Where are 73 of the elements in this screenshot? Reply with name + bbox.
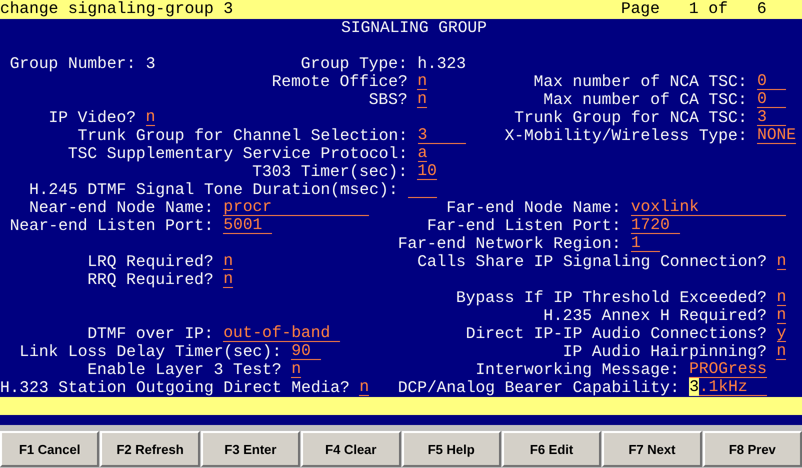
field-label: RRQ Required? bbox=[87, 271, 214, 289]
field-label: IP Audio Hairpinning? bbox=[562, 343, 767, 361]
input-field[interactable]: 3 bbox=[418, 127, 466, 144]
field-label: Far-end Network Region: bbox=[398, 235, 622, 253]
input-field[interactable]: n bbox=[359, 379, 370, 396]
input-field[interactable]: n bbox=[291, 361, 302, 378]
input-field[interactable]: 90 bbox=[291, 343, 321, 360]
field-label: DCP/Analog Bearer Capability: bbox=[398, 379, 680, 397]
input-field[interactable]: y bbox=[776, 325, 786, 342]
field-label: Near-end Listen Port: bbox=[10, 217, 214, 235]
field-label: Trunk Group for NCA TSC: bbox=[514, 109, 748, 127]
input-field[interactable]: 3 bbox=[757, 109, 786, 126]
input-field[interactable]: 5001 bbox=[223, 217, 272, 234]
field-label: Group Type: bbox=[300, 55, 408, 73]
input-field[interactable]: 1 bbox=[630, 235, 660, 252]
input-field[interactable]: procr bbox=[223, 199, 370, 216]
field-label: Far-end Listen Port: bbox=[426, 217, 622, 235]
input-field[interactable]: n bbox=[776, 253, 786, 270]
input-field[interactable]: n bbox=[223, 253, 234, 270]
field-label: DTMF over IP: bbox=[87, 325, 214, 343]
input-field[interactable]: n bbox=[776, 289, 786, 306]
input-field[interactable]: 0 bbox=[757, 73, 786, 90]
field-label: Trunk Group for Channel Selection: bbox=[78, 127, 408, 145]
field-label: Remote Office? bbox=[272, 73, 408, 91]
field-label: H.235 Annex H Required? bbox=[543, 307, 767, 325]
field-label: LRQ Required? bbox=[87, 253, 214, 271]
command-text: change signaling-group 3 bbox=[0, 0, 234, 19]
field-label: Direct IP-IP Audio Connections? bbox=[466, 325, 767, 343]
field-label: H.323 Station Outgoing Direct Media? bbox=[0, 379, 350, 397]
field-label: T303 Timer(sec): bbox=[252, 163, 408, 181]
field-value: 3 bbox=[146, 55, 156, 73]
field-label: Link Loss Delay Timer(sec): bbox=[19, 343, 282, 361]
input-field[interactable]: 10 bbox=[417, 163, 437, 180]
function-key[interactable]: F4 Clear bbox=[301, 431, 400, 467]
function-key[interactable]: F6 Edit bbox=[502, 431, 602, 467]
input-field[interactable]: n bbox=[776, 307, 786, 324]
field-label: IP Video? bbox=[48, 109, 136, 127]
field-label: Enable Layer 3 Test? bbox=[87, 361, 282, 379]
page-number: 1 of bbox=[688, 0, 728, 19]
function-key[interactable]: F8 Prev bbox=[702, 431, 802, 467]
function-key[interactable]: F3 Enter bbox=[200, 431, 300, 467]
field-label: Near-end Node Name: bbox=[29, 199, 214, 217]
input-field[interactable]: voxlink bbox=[630, 199, 786, 216]
page-total: 6 bbox=[756, 0, 767, 19]
function-key[interactable]: F5 Help bbox=[402, 431, 501, 467]
input-field[interactable]: n bbox=[776, 343, 786, 360]
function-key[interactable]: F7 Next bbox=[602, 431, 702, 467]
field-label: Max number of NCA TSC: bbox=[534, 73, 748, 91]
field-label: Max number of CA TSC: bbox=[543, 91, 748, 109]
field-label: Group Number: bbox=[10, 55, 136, 73]
field-label: Far-end Node Name: bbox=[446, 199, 622, 217]
input-field[interactable]: n bbox=[417, 91, 427, 108]
input-field[interactable]: n bbox=[417, 73, 428, 90]
field-value: h.323 bbox=[417, 55, 466, 73]
form-heading: SIGNALING GROUP bbox=[341, 19, 487, 37]
field-label: H.245 DTMF Signal Tone Duration(msec): bbox=[29, 181, 398, 199]
page-label: Page bbox=[621, 0, 660, 19]
input-field[interactable]: n bbox=[146, 109, 156, 126]
field-label: Bypass If IP Threshold Exceeded? bbox=[456, 289, 767, 307]
input-field[interactable]: out-of-band bbox=[223, 325, 340, 342]
field-label: TSC Supplementary Service Protocol: bbox=[68, 145, 408, 163]
field-label: X-Mobility/Wireless Type: bbox=[504, 127, 748, 145]
field-label: SBS? bbox=[368, 91, 408, 109]
input-field[interactable]: 1720 bbox=[630, 217, 680, 234]
input-field[interactable]: 3.1kHz bbox=[689, 379, 767, 396]
input-field[interactable]: a bbox=[418, 145, 428, 162]
input-field[interactable]: NONE bbox=[757, 127, 796, 144]
function-key[interactable]: F2 Refresh bbox=[100, 431, 200, 467]
input-field[interactable]: n bbox=[223, 271, 234, 288]
input-field[interactable]: 0 bbox=[757, 91, 786, 108]
function-key[interactable]: F1 Cancel bbox=[0, 431, 100, 467]
field-label: Interworking Message: bbox=[475, 361, 680, 379]
field-label: Calls Share IP Signaling Connection? bbox=[417, 253, 767, 271]
